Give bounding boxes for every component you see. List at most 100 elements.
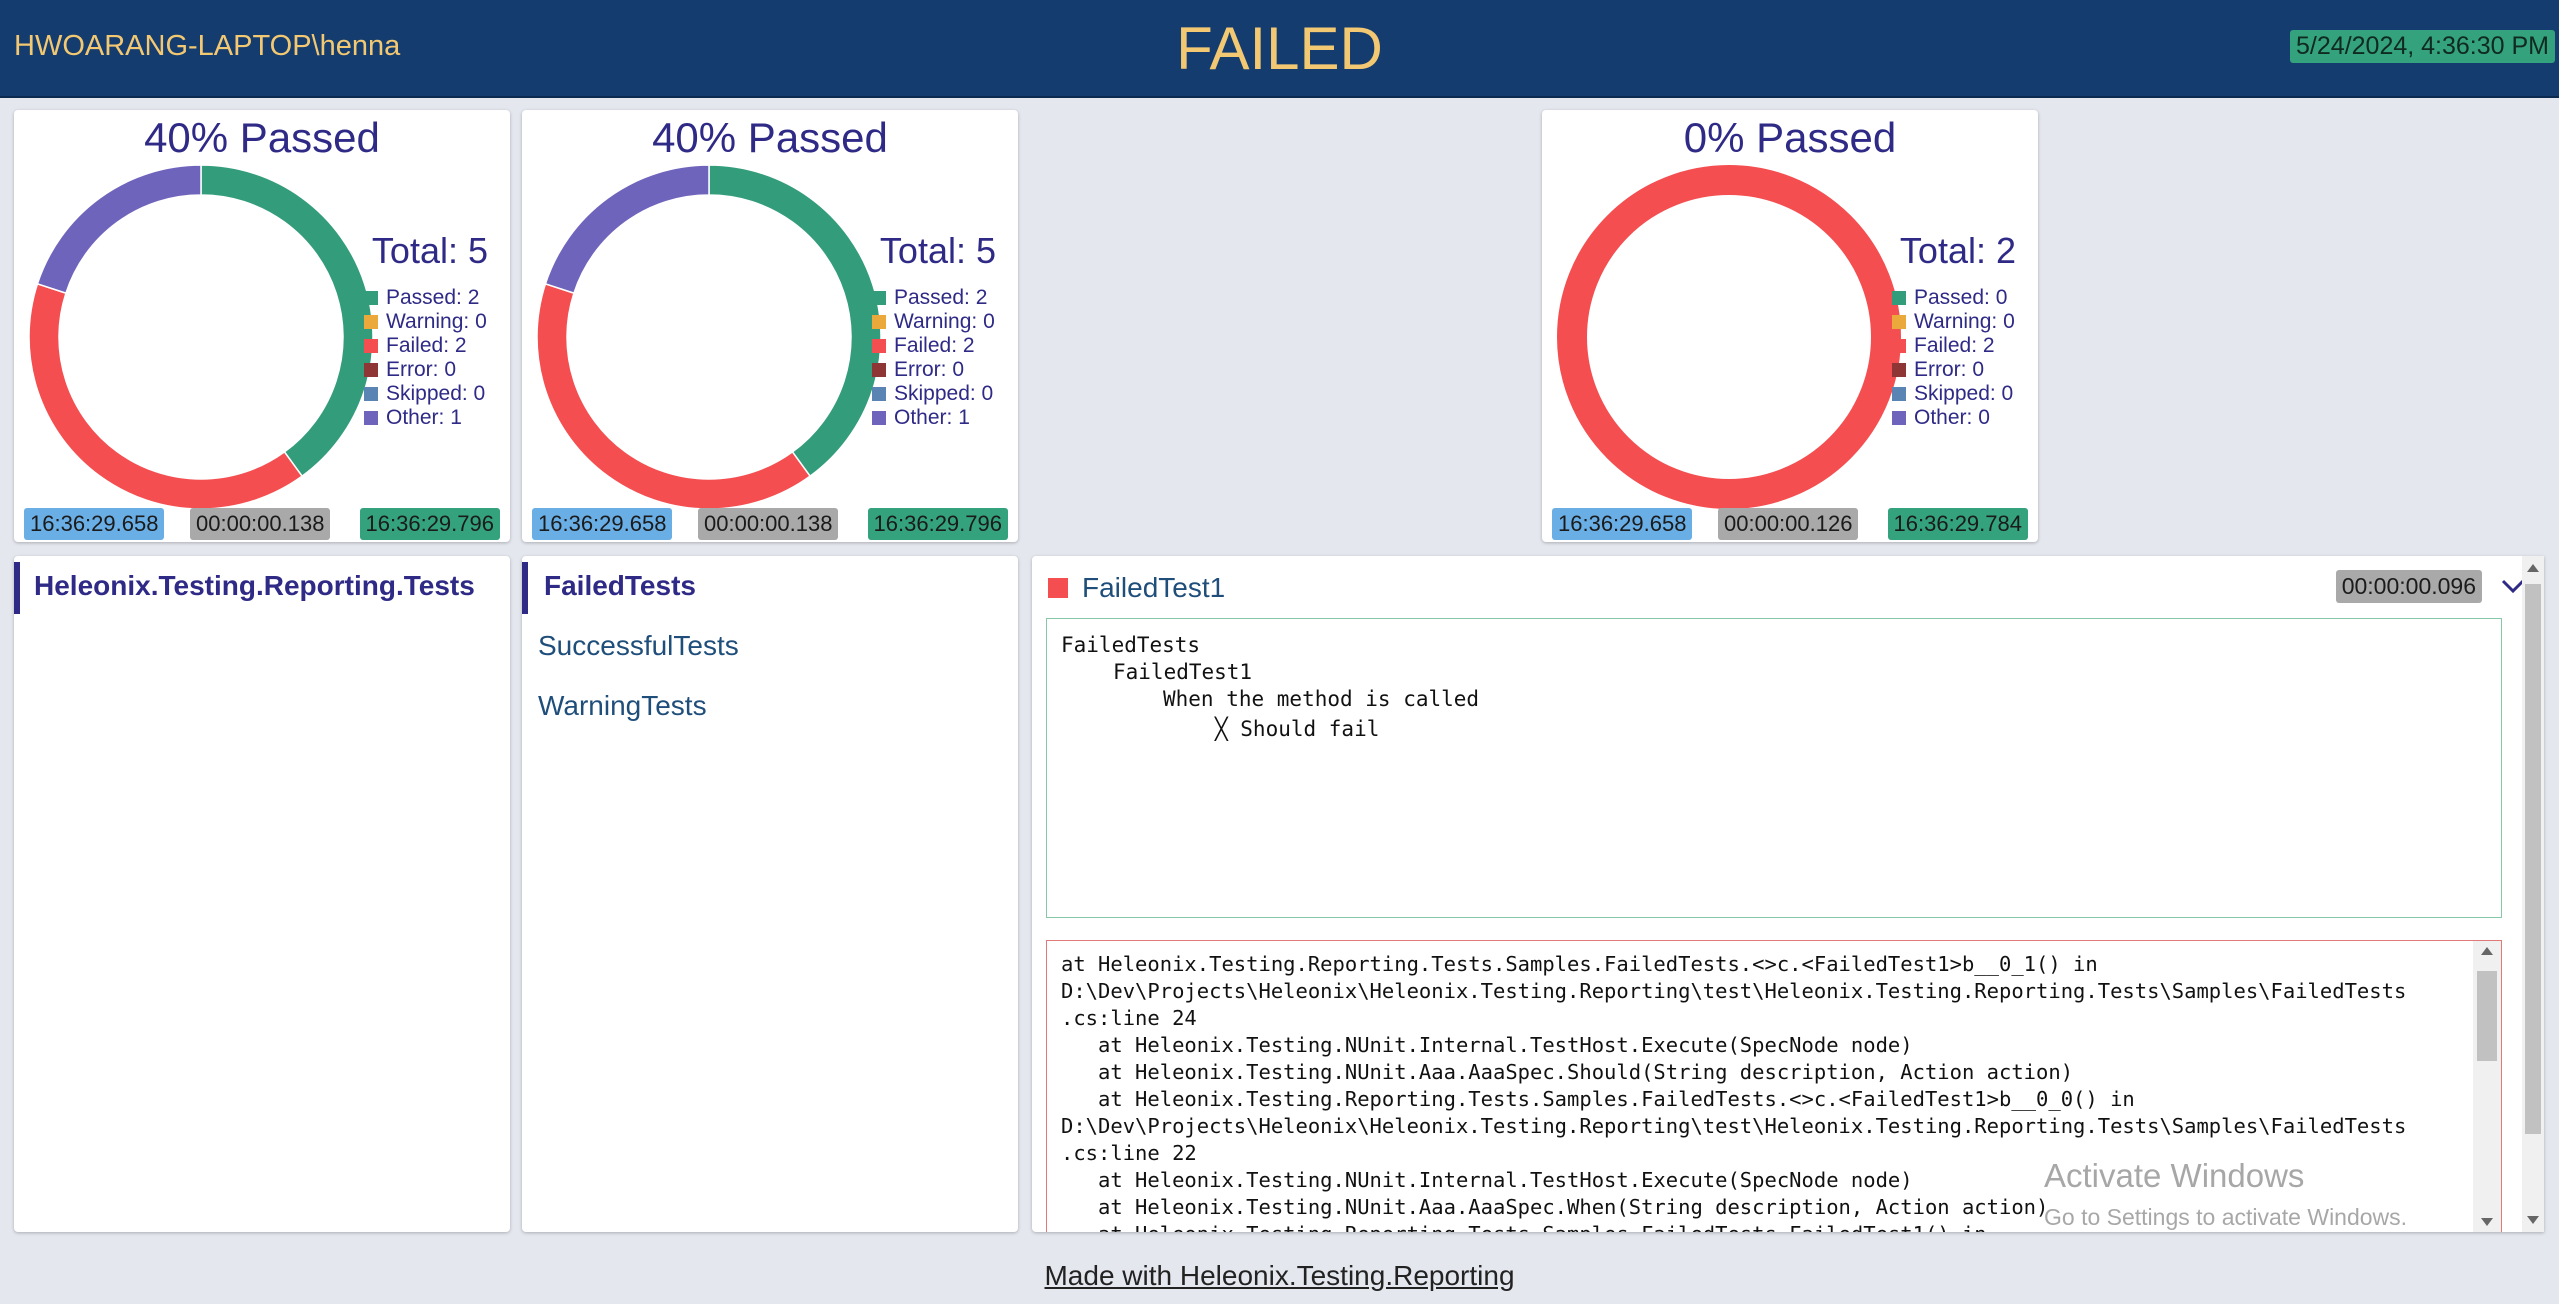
fixtures-panel: FailedTests SuccessfulTests WarningTests [522, 556, 1018, 1232]
legend-item-error: Error: 0 [1892, 358, 2015, 382]
summary-card-assembly: 40% Passed Total: 5 Passed: 2 Warning: 0F… [522, 110, 1018, 542]
legend-item-warning: Warning: 0 [872, 310, 995, 334]
start-time-badge: 16:36:29.658 [1552, 508, 1693, 540]
legend-item-warning: Warning: 0 [364, 310, 487, 334]
start-time-badge: 16:36:29.658 [24, 508, 165, 540]
legend-label-passed: Passed: 0 [1914, 286, 2008, 309]
legend-label-skipped: Skipped: 0 [894, 382, 994, 405]
detail-panel-scrollbar[interactable] [2522, 556, 2544, 1232]
output-line-fixture: FailedTests [1061, 633, 1201, 657]
run-status-title: FAILED [1176, 15, 1383, 82]
legend-swatch-passed [1892, 291, 1906, 305]
header-bar: HWOARANG-LAPTOP\henna FAILED 5/24/2024, … [0, 0, 2559, 98]
total-count: Total: 2 [1899, 230, 2016, 271]
legend-swatch-other [364, 411, 378, 425]
legend-label-warning: Warning: 0 [894, 310, 995, 333]
donut-slice-passed [200, 164, 374, 478]
legend-item-passed: Passed: 2 [872, 286, 995, 310]
legend-label-error: Error: 0 [894, 358, 965, 381]
legend-item-error: Error: 0 [364, 358, 487, 382]
results-donut-chart [28, 164, 374, 510]
scroll-down-arrow-icon[interactable] [2481, 1218, 2493, 1226]
activate-windows-title: Activate Windows [2044, 1157, 2305, 1194]
run-datetime-badge: 5/24/2024, 4:36:30 PM [2290, 30, 2555, 63]
legend-swatch-failed [364, 339, 378, 353]
assemblies-panel: Heleonix.Testing.Reporting.Tests [14, 556, 510, 1232]
legend-label-other: Other: 0 [1914, 406, 1990, 429]
legend-item-passed: Passed: 2 [364, 286, 487, 310]
legend-item-skipped: Skipped: 0 [364, 382, 487, 406]
scroll-thumb[interactable] [2477, 971, 2497, 1061]
donut-slice-failed [536, 282, 812, 510]
donut-slice-other [36, 164, 202, 295]
results-donut-chart [1557, 165, 1901, 509]
results-legend: Passed: 0 Warning: 0 Failed: 2 Error: 0 Skip… [1892, 286, 2015, 430]
legend-swatch-other [1892, 411, 1906, 425]
results-legend: Passed: 2 Warning: 0 Failed: 2 Error: 0 Skip… [364, 286, 487, 430]
percent-passed-title: 40% Passed [144, 114, 380, 161]
summary-card-fixture: 0% Passed Total: 2 Passed: 0 Warning: 0 Fa… [1542, 110, 2038, 542]
legend-item-failed: Failed: 2 [1892, 334, 2015, 358]
legend-label-failed: Failed: 2 [386, 334, 467, 357]
legend-swatch-error [872, 363, 886, 377]
legend-swatch-passed [364, 291, 378, 305]
legend-label-warning: Warning: 0 [1914, 310, 2015, 333]
legend-swatch-warning [1892, 315, 1906, 329]
legend-label-error: Error: 0 [1914, 358, 1985, 381]
legend-item-skipped: Skipped: 0 [1892, 382, 2015, 406]
fixture-label: WarningTests [538, 690, 707, 721]
test-duration-badge: 00:00:00.096 [2335, 570, 2482, 603]
total-count: Total: 5 [879, 230, 996, 271]
legend-item-skipped: Skipped: 0 [872, 382, 995, 406]
legend-label-other: Other: 1 [894, 406, 970, 429]
scroll-up-arrow-icon[interactable] [2481, 947, 2493, 955]
legend-item-failed: Failed: 2 [872, 334, 995, 358]
duration-badge: 00:00:00.138 [698, 508, 839, 540]
end-time-badge: 16:36:29.784 [1887, 508, 2028, 540]
legend-item-other: Other: 1 [364, 406, 487, 430]
test-status-indicator [1048, 578, 1068, 598]
summary-card-all: 40% Passed Total: 5 Passed: 2 Warning: 0F… [14, 110, 510, 542]
total-count: Total: 5 [371, 230, 488, 271]
output-line-test: FailedTest1 [1113, 660, 1253, 684]
legend-item-failed: Failed: 2 [364, 334, 487, 358]
duration-badge: 00:00:00.126 [1718, 508, 1859, 540]
legend-item-error: Error: 0 [872, 358, 995, 382]
legend-swatch-error [364, 363, 378, 377]
legend-swatch-skipped [1892, 387, 1906, 401]
scroll-up-arrow-icon[interactable] [2527, 564, 2539, 572]
scroll-down-arrow-icon[interactable] [2527, 1216, 2539, 1224]
fixture-label: FailedTests [544, 570, 696, 601]
activate-windows-subtitle: Go to Settings to activate Windows. [2044, 1204, 2408, 1230]
output-line-should: ╳ Should fail [1215, 717, 1380, 741]
legend-label-passed: Passed: 2 [386, 286, 480, 309]
donut-slice-failed [1557, 165, 1901, 509]
donut-slice-failed [28, 282, 304, 510]
percent-passed-title: 0% Passed [1683, 114, 1897, 161]
start-time-badge: 16:36:29.658 [532, 508, 673, 540]
fixture-label: SuccessfulTests [538, 630, 739, 661]
selected-indicator [522, 562, 528, 614]
selected-indicator [14, 562, 20, 614]
output-line-when: When the method is called [1163, 687, 1480, 711]
legend-label-passed: Passed: 2 [894, 286, 988, 309]
legend-swatch-failed [1892, 339, 1906, 353]
results-donut-chart [536, 164, 882, 510]
legend-swatch-warning [364, 315, 378, 329]
donut-slice-other [544, 164, 710, 295]
assembly-label: Heleonix.Testing.Reporting.Tests [34, 570, 475, 601]
stack-trace-scrollbar[interactable] [2473, 941, 2501, 1232]
scroll-thumb[interactable] [2525, 584, 2541, 1134]
legend-swatch-failed [872, 339, 886, 353]
legend-label-failed: Failed: 2 [1914, 334, 1995, 357]
legend-label-failed: Failed: 2 [894, 334, 975, 357]
legend-swatch-error [1892, 363, 1906, 377]
legend-swatch-skipped [364, 387, 378, 401]
test-output-box: FailedTests FailedTest1 When the method … [1046, 618, 2502, 918]
footer-link[interactable]: Made with Heleonix.Testing.Reporting [0, 1260, 2559, 1292]
percent-passed-title: 40% Passed [652, 114, 888, 161]
legend-label-skipped: Skipped: 0 [1914, 382, 2014, 405]
legend-item-other: Other: 0 [1892, 406, 2015, 430]
legend-label-other: Other: 1 [386, 406, 462, 429]
duration-badge: 00:00:00.138 [190, 508, 331, 540]
